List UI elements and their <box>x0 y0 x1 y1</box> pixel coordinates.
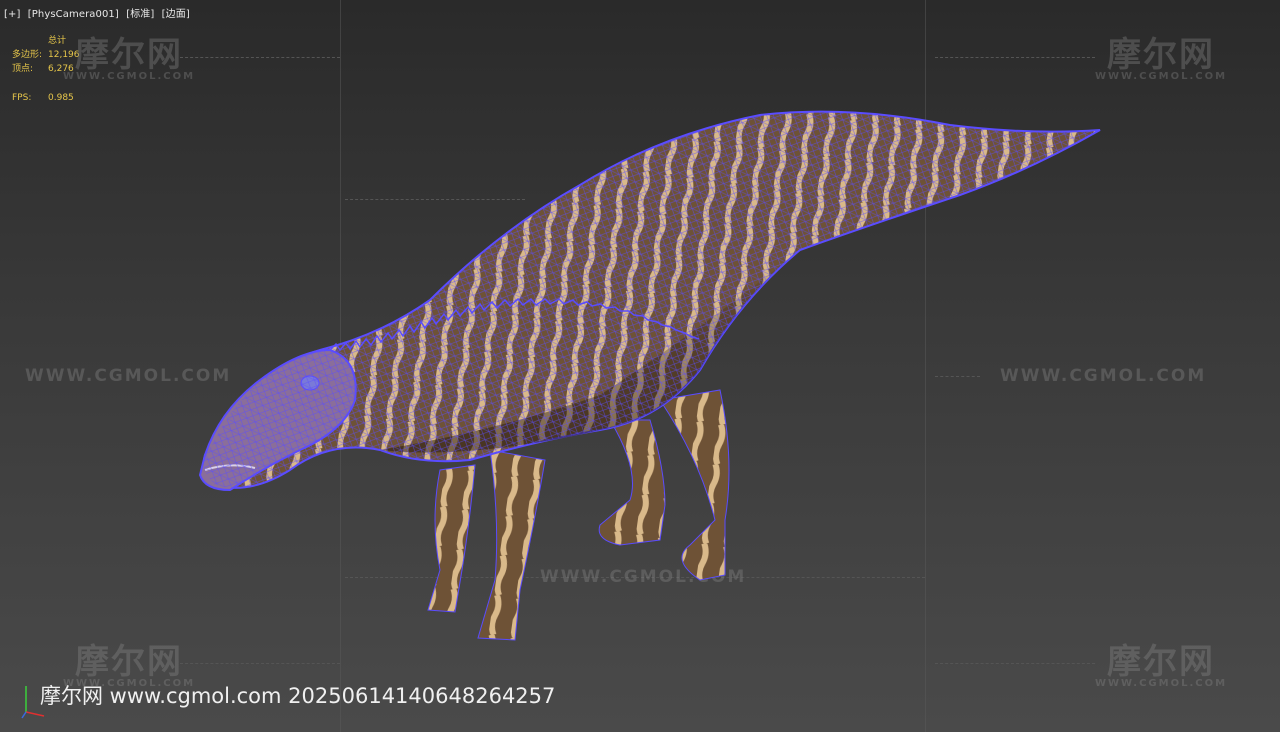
hind-leg-front <box>659 389 730 581</box>
dinosaur-wireframe-model[interactable] <box>0 0 1280 732</box>
bottom-watermark-text: 摩尔网 www.cgmol.com 20250614140648264257 <box>40 684 556 708</box>
dinosaur-mesh[interactable] <box>198 110 1101 641</box>
front-leg-back <box>427 464 476 613</box>
viewport[interactable]: [+] [PhysCamera001] [标准] [边面] 总计 多边形: 12… <box>0 0 1280 732</box>
front-leg-front <box>477 449 546 641</box>
hind-leg-back <box>598 419 666 546</box>
